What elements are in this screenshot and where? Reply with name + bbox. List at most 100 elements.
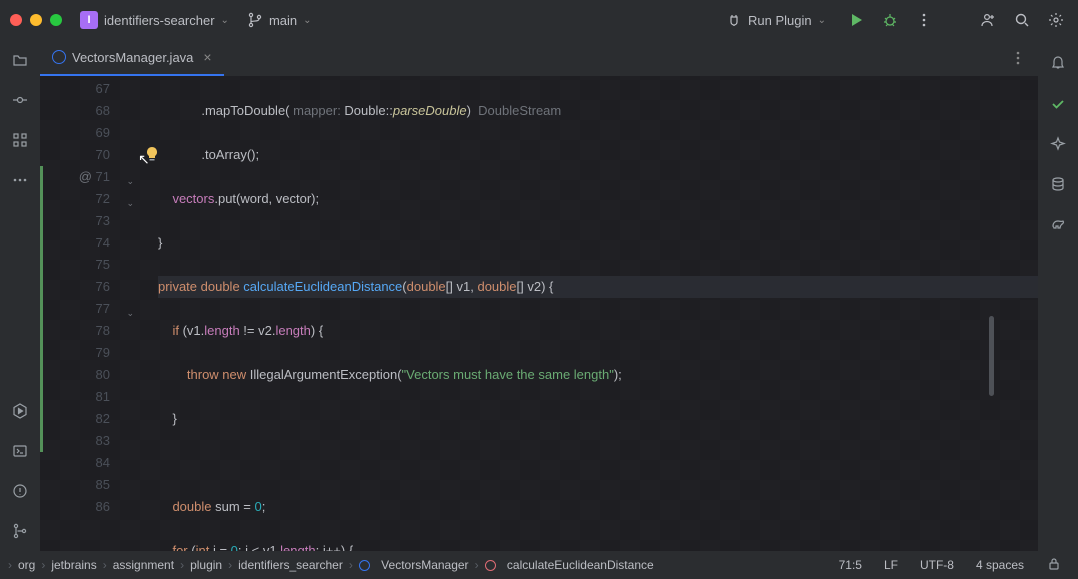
breadcrumb-item[interactable]: calculateEuclideanDistance	[485, 558, 654, 572]
structure-tool-button[interactable]	[8, 128, 32, 152]
vcs-tool-button[interactable]	[8, 519, 32, 543]
line-number[interactable]: 77⌄	[40, 298, 120, 320]
more-vertical-icon	[1010, 50, 1026, 66]
terminal-icon	[12, 443, 28, 459]
line-number[interactable]: 81	[40, 386, 120, 408]
scrollbar-thumb[interactable]	[989, 316, 994, 396]
minimize-window-button[interactable]	[30, 14, 42, 26]
close-tab-button[interactable]: ×	[203, 49, 211, 65]
line-number[interactable]: @71⌄	[40, 166, 120, 188]
breadcrumb-item[interactable]: identifiers_searcher	[238, 558, 343, 572]
database-icon	[1050, 176, 1066, 192]
debug-button[interactable]	[878, 8, 902, 32]
fold-toggle[interactable]: ⌄	[126, 302, 134, 324]
fold-toggle[interactable]: ⌄	[126, 170, 134, 192]
breadcrumb-item[interactable]: org	[18, 558, 35, 572]
status-bar: › org › jetbrains › assignment › plugin …	[0, 551, 1078, 579]
database-tool-button[interactable]	[1046, 172, 1070, 196]
chevron-down-icon: ⌄	[221, 15, 229, 26]
project-selector[interactable]: I identifiers-searcher ⌄	[72, 7, 237, 33]
file-encoding[interactable]: UTF-8	[912, 558, 962, 572]
more-actions-button[interactable]	[912, 8, 936, 32]
editor-tab[interactable]: VectorsManager.java ×	[40, 40, 224, 76]
tab-filename: VectorsManager.java	[72, 50, 193, 65]
run-config-label: Run Plugin	[748, 13, 812, 28]
run-button[interactable]	[844, 8, 868, 32]
breadcrumb-item[interactable]: jetbrains	[51, 558, 96, 572]
chevron-down-icon: ⌄	[818, 15, 826, 26]
branch-name: main	[269, 13, 297, 28]
fold-toggle[interactable]: ⌄	[126, 192, 134, 214]
line-number[interactable]: 79	[40, 342, 120, 364]
maximize-window-button[interactable]	[50, 14, 62, 26]
notifications-button[interactable]	[1044, 48, 1072, 76]
line-number[interactable]: 69	[40, 122, 120, 144]
problems-tool-button[interactable]	[8, 479, 32, 503]
line-number[interactable]: 75	[40, 254, 120, 276]
line-number[interactable]: 80	[40, 364, 120, 386]
project-badge: I	[80, 11, 98, 29]
git-branch-selector[interactable]: main ⌄	[247, 12, 312, 28]
line-number[interactable]: 82	[40, 408, 120, 430]
code-editor[interactable]: ↖ 67 68 69 70 @71⌄ 72⌄ 73 74 75 76 77⌄ 7…	[40, 76, 1038, 551]
line-number[interactable]: 78	[40, 320, 120, 342]
line-number[interactable]: 70	[40, 144, 120, 166]
line-separator[interactable]: LF	[876, 558, 906, 572]
settings-button[interactable]	[1044, 8, 1068, 32]
elephant-icon	[1050, 216, 1066, 232]
intention-bulb-icon[interactable]	[144, 146, 160, 162]
line-number[interactable]: 76	[40, 276, 120, 298]
line-number[interactable]: 84	[40, 452, 120, 474]
search-icon	[1014, 12, 1030, 28]
chevron-right-icon: ›	[8, 558, 12, 572]
search-button[interactable]	[1010, 8, 1034, 32]
git-icon	[12, 523, 28, 539]
run-config-selector[interactable]: Run Plugin ⌄	[718, 8, 834, 32]
line-number[interactable]: 72⌄	[40, 188, 120, 210]
bug-icon	[882, 12, 898, 28]
folder-icon	[12, 52, 28, 68]
bell-icon	[1050, 54, 1066, 70]
person-icon	[980, 12, 996, 28]
branch-icon	[247, 12, 263, 28]
more-vertical-icon	[916, 12, 932, 28]
line-number[interactable]: 74	[40, 232, 120, 254]
java-class-icon	[52, 50, 66, 64]
line-number[interactable]: 85	[40, 474, 120, 496]
author-annotation-icon[interactable]: @	[79, 166, 92, 188]
editor-gutter[interactable]: 67 68 69 70 @71⌄ 72⌄ 73 74 75 76 77⌄ 78 …	[40, 76, 120, 551]
code-with-me-button[interactable]	[976, 8, 1000, 32]
gear-icon	[1048, 12, 1064, 28]
method-icon	[485, 560, 496, 571]
sparkle-icon	[1050, 136, 1066, 152]
line-number[interactable]: 68	[40, 100, 120, 122]
breadcrumb-item[interactable]: assignment	[113, 558, 174, 572]
services-tool-button[interactable]	[8, 399, 32, 423]
gradle-tool-button[interactable]	[1046, 212, 1070, 236]
line-number[interactable]: 83	[40, 430, 120, 452]
breadcrumb-item[interactable]: plugin	[190, 558, 222, 572]
hexagon-play-icon	[12, 403, 28, 419]
caret-position[interactable]: 71:5	[831, 558, 870, 572]
indent-config[interactable]: 4 spaces	[968, 558, 1032, 572]
project-tool-button[interactable]	[8, 48, 32, 72]
inspection-status[interactable]	[1046, 92, 1070, 116]
commit-icon	[12, 92, 28, 108]
line-number[interactable]: 67	[40, 78, 120, 100]
window-controls[interactable]	[10, 14, 62, 26]
breadcrumb-item[interactable]: VectorsManager	[359, 558, 469, 572]
reader-mode-button[interactable]	[1038, 556, 1070, 575]
tab-options-button[interactable]	[998, 40, 1038, 76]
close-window-button[interactable]	[10, 14, 22, 26]
structure-icon	[12, 132, 28, 148]
more-tools-button[interactable]	[8, 168, 32, 192]
plugin-icon	[726, 12, 742, 28]
lock-icon	[1046, 556, 1062, 572]
code-content[interactable]: .mapToDouble( mapper: Double::parseDoubl…	[120, 76, 1038, 551]
terminal-tool-button[interactable]	[8, 439, 32, 463]
line-number[interactable]: 73	[40, 210, 120, 232]
commit-tool-button[interactable]	[8, 88, 32, 112]
ai-assistant-button[interactable]	[1046, 132, 1070, 156]
warning-circle-icon	[12, 483, 28, 499]
line-number[interactable]: 86	[40, 496, 120, 518]
